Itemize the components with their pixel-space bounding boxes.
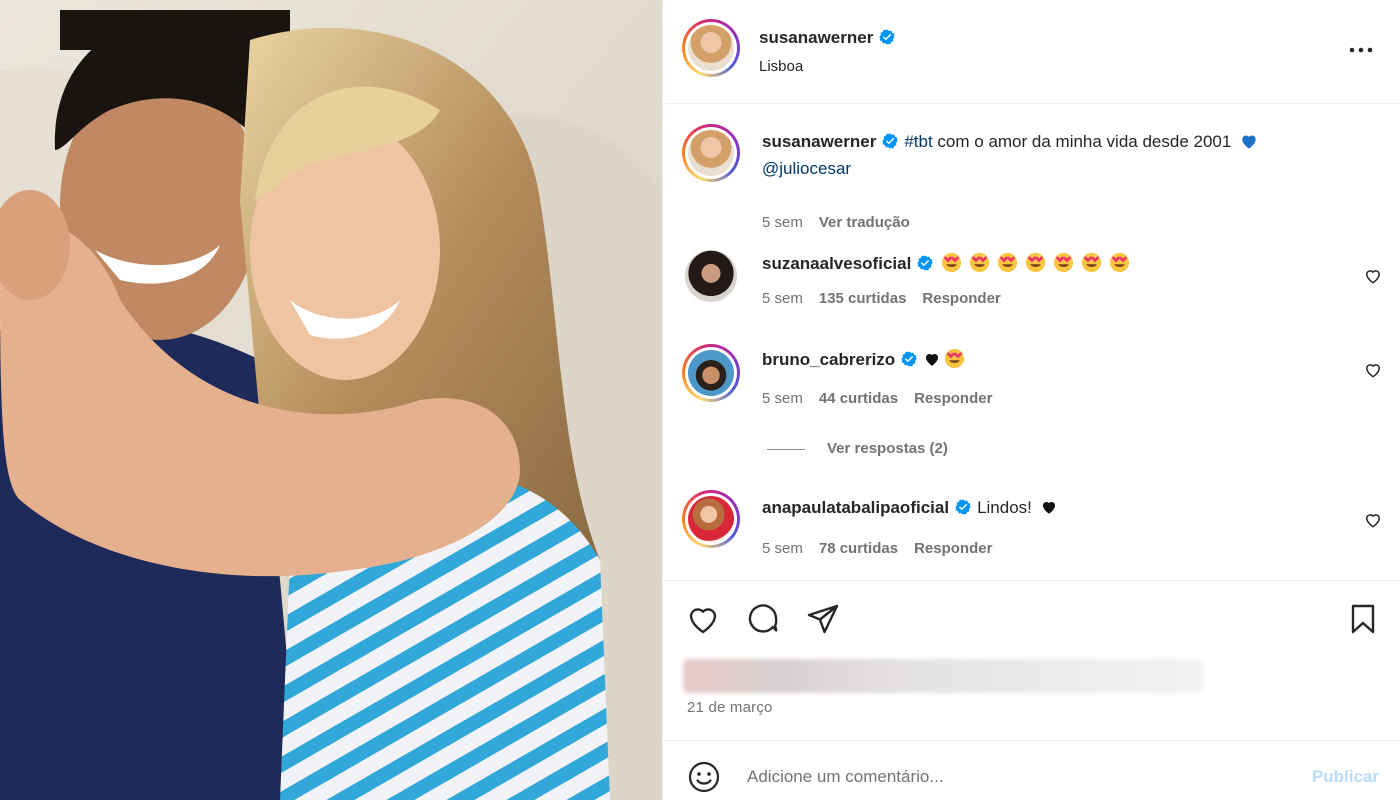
action-bar: 21 de março: [663, 580, 1400, 740]
comment-meta: 5 sem 44 curtidas Responder: [762, 390, 1008, 407]
hashtag-link[interactable]: #tbt: [904, 132, 932, 151]
comment-like-icon[interactable]: [1363, 266, 1383, 286]
mention-link[interactable]: @juliocesar: [762, 159, 851, 178]
comment-input[interactable]: [747, 757, 1267, 797]
replies-divider: [767, 448, 805, 450]
verified-icon: [882, 133, 898, 149]
post-panel: susanawerner Lisboa susanawerner #tbt com…: [662, 0, 1400, 800]
more-icon[interactable]: [1347, 36, 1375, 64]
black-heart-icon: [926, 354, 939, 366]
comment-likes[interactable]: 44 curtidas: [819, 390, 898, 407]
black-heart-icon: [1042, 502, 1055, 514]
caption-username[interactable]: susanawerner: [762, 132, 876, 151]
post-photo[interactable]: [0, 0, 662, 800]
caption-avatar[interactable]: [682, 124, 740, 182]
verified-icon: [955, 499, 971, 515]
commenter-avatar[interactable]: [682, 344, 740, 402]
comment-time[interactable]: 5 sem: [762, 540, 803, 557]
comment-body: Lindos!: [977, 498, 1032, 517]
comment-time[interactable]: 5 sem: [762, 290, 803, 307]
comment-time[interactable]: 5 sem: [762, 390, 803, 407]
comment-username[interactable]: bruno_cabrerizo: [762, 350, 895, 369]
heart-eyes-emoji: [942, 252, 962, 273]
author-avatar[interactable]: [682, 19, 740, 77]
author-username[interactable]: susanawerner: [759, 28, 895, 48]
caption-body: com o amor da minha vida desde 2001: [932, 132, 1232, 151]
verified-icon: [879, 29, 895, 45]
translate-link[interactable]: Ver tradução: [819, 214, 910, 231]
reply-button[interactable]: Responder: [914, 540, 992, 557]
post-location[interactable]: Lisboa: [759, 58, 803, 75]
blue-heart-icon: [1242, 135, 1256, 149]
heart-eyes-emoji-row: [941, 252, 1137, 273]
comment-row: anapaulatabalipaoficial Lindos! 5 sem 78 c…: [663, 490, 1400, 560]
comment-composer: Publicar: [663, 740, 1400, 800]
commenter-avatar[interactable]: [682, 490, 740, 548]
verified-icon: [901, 351, 917, 367]
reply-button[interactable]: Responder: [914, 390, 992, 407]
comment-likes[interactable]: 135 curtidas: [819, 290, 907, 307]
caption-text: susanawerner #tbt com o amor da minha vid…: [762, 128, 1362, 182]
reply-button[interactable]: Responder: [922, 290, 1000, 307]
publish-button[interactable]: Publicar: [1312, 767, 1379, 787]
comment-text: bruno_cabrerizo: [762, 346, 1362, 373]
commenter-avatar[interactable]: [685, 250, 737, 302]
comment-row: suzanaalvesoficial 5 sem 135 curtidas Resp…: [663, 250, 1400, 320]
comment-text: suzanaalvesoficial: [762, 250, 1362, 277]
heart-eyes-emoji: [945, 348, 965, 369]
heart-eyes-emoji: [998, 252, 1018, 273]
comment-meta: 5 sem 135 curtidas Responder: [762, 290, 1017, 307]
emoji-icon[interactable]: [687, 760, 721, 794]
comment-icon[interactable]: [745, 601, 781, 637]
post-image: [0, 0, 662, 800]
post-date[interactable]: 21 de março: [687, 699, 773, 716]
comments-list[interactable]: susanawerner #tbt com o amor da minha vid…: [663, 104, 1400, 580]
bookmark-icon[interactable]: [1345, 601, 1381, 637]
comment-text: anapaulatabalipaoficial Lindos!: [762, 494, 1362, 521]
heart-eyes-emoji: [1110, 252, 1130, 273]
comment-meta: 5 sem 78 curtidas Responder: [762, 540, 1008, 557]
comment-likes[interactable]: 78 curtidas: [819, 540, 898, 557]
heart-eyes-emoji: [1054, 252, 1074, 273]
caption-row: susanawerner #tbt com o amor da minha vid…: [663, 124, 1400, 231]
heart-eyes-emoji: [1026, 252, 1046, 273]
share-icon[interactable]: [805, 601, 841, 637]
likes-summary-blurred: [683, 659, 1203, 693]
heart-eyes-emoji: [970, 252, 990, 273]
view-replies-button[interactable]: Ver respostas (2): [767, 440, 948, 457]
comment-like-icon[interactable]: [1363, 510, 1383, 530]
post-header: susanawerner Lisboa: [663, 0, 1400, 104]
comment-username[interactable]: anapaulatabalipaoficial: [762, 498, 949, 517]
comment-row: bruno_cabrerizo 5 sem 44 curtidas Responde…: [663, 344, 1400, 414]
heart-eyes-emoji: [1082, 252, 1102, 273]
verified-icon: [917, 255, 933, 271]
heart-icon[interactable]: [685, 601, 721, 637]
comment-like-icon[interactable]: [1363, 360, 1383, 380]
caption-time[interactable]: 5 sem: [762, 214, 803, 231]
comment-username[interactable]: suzanaalvesoficial: [762, 254, 911, 273]
caption-meta: 5 sem Ver tradução: [762, 214, 926, 231]
